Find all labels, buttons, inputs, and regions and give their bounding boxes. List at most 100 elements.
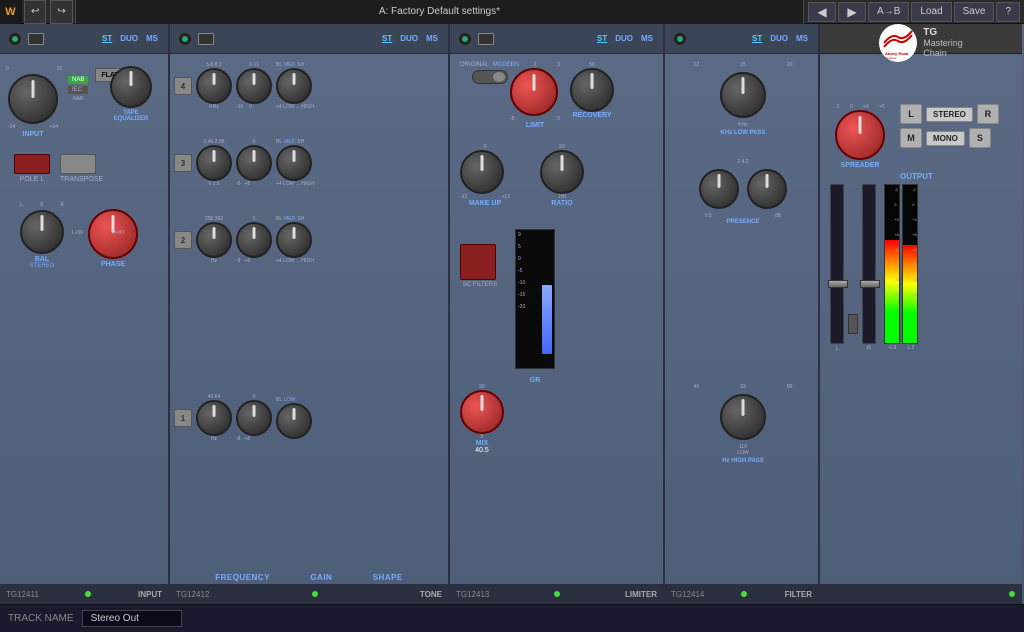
l-fader-handle[interactable] (828, 280, 848, 288)
undo-button[interactable]: ↩ (24, 0, 46, 24)
help-button[interactable]: ? (996, 2, 1020, 22)
l-output-label: L (835, 346, 838, 352)
makeup-knob[interactable] (460, 150, 504, 194)
input-st-button[interactable]: ST (100, 33, 114, 44)
mix-value: 40.5 (460, 447, 504, 454)
input-ms-button[interactable]: MS (144, 33, 160, 44)
original-label: ORIGINAL (460, 62, 489, 68)
limiter-module-id: TG12413 (456, 590, 489, 599)
input-module-id: TG12411 (6, 590, 39, 599)
phase-label: PHASE (88, 261, 138, 268)
next-preset-button[interactable]: ▶ (838, 2, 866, 22)
limiter-duo-button[interactable]: DUO (613, 33, 635, 44)
tone-ms-button[interactable]: MS (424, 33, 440, 44)
tone-shape4-knob[interactable] (276, 68, 312, 104)
tape-eq-knob[interactable] (110, 66, 152, 108)
band4-button[interactable]: 4 (174, 77, 192, 95)
limiter-power-button[interactable] (458, 32, 472, 46)
highpass-label: Hz HIGH PASS (673, 458, 813, 464)
gr-meter-bar (542, 285, 552, 354)
lowpass-knob[interactable] (720, 72, 766, 118)
tone-shape1-knob[interactable] (276, 403, 312, 439)
tone-freq2-knob[interactable] (196, 222, 232, 258)
tone-freq3-knob[interactable] (196, 145, 232, 181)
band1-button[interactable]: 1 (174, 409, 192, 427)
tone-power-button[interactable] (178, 32, 192, 46)
tone-gain3-knob[interactable] (236, 145, 272, 181)
transpose-button[interactable] (60, 154, 96, 174)
frequency-label: FREQUENCY (215, 573, 270, 582)
bottom-bar: TRACK NAME Stereo Out (0, 604, 1024, 632)
shape-label: SHAPE (373, 573, 403, 582)
filter-power-button[interactable] (673, 32, 687, 46)
transpose-label: TRANSPOSE (60, 176, 103, 183)
tone-shape2-knob[interactable] (276, 222, 312, 258)
stereo-button[interactable]: STEREO (926, 107, 973, 122)
tone-module: ST DUO MS 4 5.8 8.1 KHz 0 11 -160 (170, 24, 450, 604)
input-power-button[interactable] (8, 32, 22, 46)
r-channel-button[interactable]: R (977, 104, 999, 124)
tone-gain1-knob[interactable] (236, 400, 272, 436)
l-channel-button[interactable]: L (900, 104, 922, 124)
input-module-footer: TG12411 INPUT (0, 584, 168, 604)
tone-st-button[interactable]: ST (380, 33, 394, 44)
input-module-header: ST DUO MS (0, 24, 168, 54)
prev-preset-button[interactable]: ◀ (808, 2, 836, 22)
input-knob[interactable] (8, 74, 58, 124)
bal-knob[interactable] (20, 210, 64, 254)
input-duo-button[interactable]: DUO (118, 33, 140, 44)
lowpass-label: KHz LOW PASS (673, 130, 813, 136)
presence-freq-knob[interactable] (699, 169, 739, 209)
l-fader-track (830, 184, 844, 344)
band2-button[interactable]: 2 (174, 231, 192, 249)
input-module-name: INPUT (138, 590, 162, 599)
mono-button[interactable]: MONO (926, 131, 965, 146)
filter-module-name: FILTER (785, 590, 812, 599)
r-fader-track (862, 184, 876, 344)
link-button[interactable] (848, 314, 858, 334)
limiter-module-header: ST DUO MS (450, 24, 663, 54)
nab-button[interactable]: NAB (68, 76, 88, 84)
limit-knob[interactable] (510, 68, 558, 116)
limiter-mode-selector: ST DUO MS (595, 33, 655, 44)
filter-ms-button[interactable]: MS (794, 33, 810, 44)
tone-shape3-knob[interactable] (276, 145, 312, 181)
tone-duo-button[interactable]: DUO (398, 33, 420, 44)
track-name-value[interactable]: Stereo Out (82, 610, 182, 627)
highpass-knob[interactable] (720, 394, 766, 440)
ratio-label: RATIO (540, 200, 584, 207)
original-modern-toggle[interactable] (472, 70, 508, 84)
r-output-label: R (867, 346, 871, 352)
pole-l-button[interactable] (14, 154, 50, 174)
spreader-knob[interactable] (835, 110, 885, 160)
limiter-ms-button[interactable]: MS (639, 33, 655, 44)
tone-freq1-knob[interactable] (196, 400, 232, 436)
filter-st-button[interactable]: ST (750, 33, 764, 44)
ratio-knob[interactable] (540, 150, 584, 194)
m-channel-button[interactable]: M (900, 128, 922, 148)
s-channel-button[interactable]: S (969, 128, 991, 148)
tone-gain2-knob[interactable] (236, 222, 272, 258)
track-name-label: TRACK NAME (8, 613, 74, 624)
band3-button[interactable]: 3 (174, 154, 192, 172)
iec-button[interactable]: IEC (68, 86, 88, 94)
filter-module-id: TG12414 (671, 590, 704, 599)
input-monitor-icon (28, 33, 44, 45)
recovery-knob[interactable] (570, 68, 614, 112)
filter-duo-button[interactable]: DUO (768, 33, 790, 44)
presence-gain-knob[interactable] (747, 169, 787, 209)
r-phase-label: R+90 (112, 230, 124, 236)
filter-module-inner: 121520 KHz KHz LOW PASS 2 4.2 0.5dB PRES… (665, 54, 818, 604)
redo-button[interactable]: ↪ (50, 0, 72, 24)
l-vu-value: -0.8 (884, 345, 900, 351)
mix-knob[interactable] (460, 390, 504, 434)
output-module-led (1008, 590, 1016, 598)
limiter-st-button[interactable]: ST (595, 33, 609, 44)
tone-gain4-knob[interactable] (236, 68, 272, 104)
input-mode-selector: ST DUO MS (100, 33, 160, 44)
tone-freq4-knob[interactable] (196, 68, 232, 104)
r-fader-handle[interactable] (860, 280, 880, 288)
tone-module-led (311, 590, 319, 598)
logo-icon: W (5, 6, 15, 18)
sc-filters-button[interactable] (460, 244, 496, 280)
